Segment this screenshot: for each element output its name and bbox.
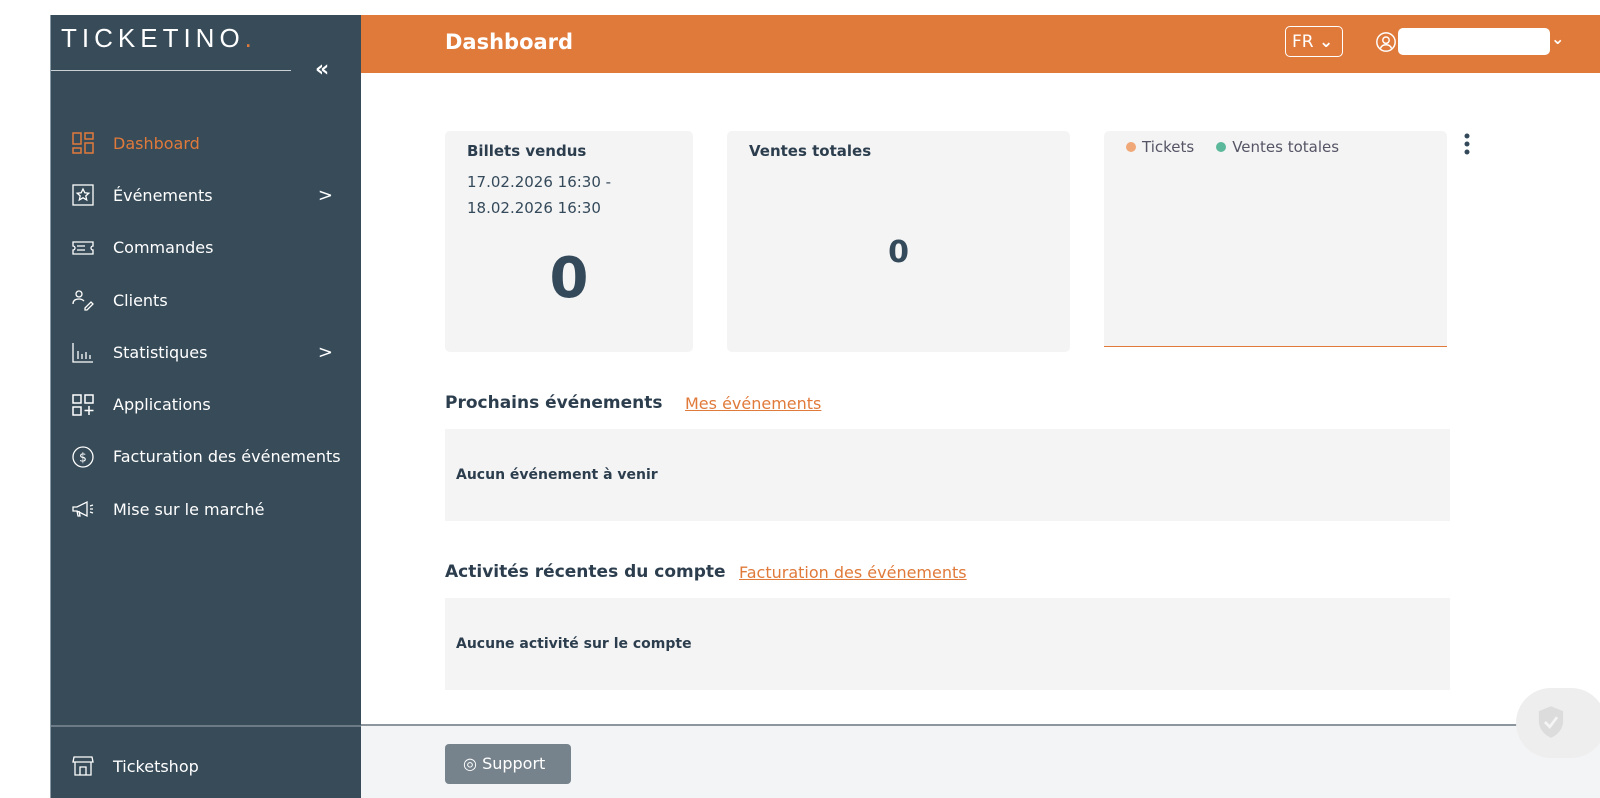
chevron-right-icon: > — [317, 184, 333, 206]
sidebar-nav: Dashboard Événements > Commandes Clients … — [51, 117, 361, 535]
dashboard-icon — [72, 132, 94, 154]
users-icon — [72, 290, 94, 311]
megaphone-icon — [72, 501, 94, 518]
sidebar-item-commandes[interactable]: Commandes — [51, 222, 361, 274]
chevron-down-icon[interactable]: ⌄ — [1551, 29, 1564, 48]
sales-value: 0 — [888, 235, 909, 270]
sidebar-item-evenements[interactable]: Événements > — [51, 169, 361, 221]
recent-activity-title: Activités récentes du compte — [445, 562, 726, 582]
chart-card: Tickets Ventes totales — [1104, 131, 1447, 347]
sidebar-footer: Ticketshop — [51, 725, 361, 792]
chevron-down-icon: ⌄ — [1319, 32, 1334, 52]
top-header: Dashboard FR ⌄ ⌄ — [361, 15, 1600, 73]
bar-chart-icon — [72, 343, 93, 363]
total-sales-card: Ventes totales 0 — [727, 131, 1070, 352]
sidebar-item-applications[interactable]: Applications — [51, 378, 361, 430]
more-options-icon[interactable] — [1461, 132, 1473, 156]
legend-item-tickets[interactable]: Tickets — [1126, 138, 1194, 156]
shop-icon — [72, 756, 94, 776]
language-select[interactable]: FR ⌄ — [1285, 26, 1343, 57]
collapse-sidebar-button[interactable]: « — [315, 57, 329, 82]
support-button[interactable]: ◎ Support — [445, 744, 571, 784]
legend-item-sales[interactable]: Ventes totales — [1216, 138, 1339, 156]
my-events-link[interactable]: Mes événements — [685, 394, 821, 413]
sidebar-item-facturation[interactable]: $ Facturation des événements — [51, 431, 361, 483]
star-icon — [72, 184, 94, 207]
tickets-value: 0 — [549, 246, 589, 311]
apps-icon — [72, 393, 94, 416]
chart-legend: Tickets Ventes totales — [1126, 138, 1339, 156]
sidebar-item-statistiques[interactable]: Statistiques > — [51, 326, 361, 378]
dollar-icon: $ — [72, 446, 94, 468]
tickets-sold-card: Billets vendus 17.02.2026 16:30 -18.02.2… — [445, 131, 693, 352]
upcoming-events-title: Prochains événements — [445, 393, 663, 413]
sidebar: TICKETINO. « Dashboard Événements > Comma… — [50, 15, 361, 798]
footer: ◎ Support — [361, 724, 1600, 798]
sidebar-item-clients[interactable]: Clients — [51, 274, 361, 326]
svg-text:$: $ — [79, 450, 87, 464]
sidebar-item-ticketshop[interactable]: Ticketshop — [51, 740, 361, 792]
user-menu[interactable] — [1398, 28, 1550, 55]
security-badge[interactable] — [1516, 688, 1600, 758]
upcoming-events-panel: Aucun événement à venir — [445, 429, 1450, 521]
lifebuoy-icon: ◎ — [463, 754, 477, 773]
sidebar-item-marketing[interactable]: Mise sur le marché — [51, 483, 361, 535]
ticket-icon — [72, 241, 94, 255]
logo[interactable]: TICKETINO. — [61, 23, 257, 54]
user-icon[interactable] — [1375, 31, 1397, 53]
chevron-right-icon: > — [317, 341, 333, 363]
page-title: Dashboard — [445, 30, 574, 54]
sidebar-item-dashboard[interactable]: Dashboard — [51, 117, 361, 169]
recent-activity-panel: Aucune activité sur le compte — [445, 598, 1450, 690]
shield-check-icon — [1538, 706, 1564, 738]
billing-link[interactable]: Facturation des événements — [739, 563, 967, 582]
date-range: 17.02.2026 16:30 -18.02.2026 16:30 — [467, 173, 612, 217]
divider — [51, 70, 291, 71]
